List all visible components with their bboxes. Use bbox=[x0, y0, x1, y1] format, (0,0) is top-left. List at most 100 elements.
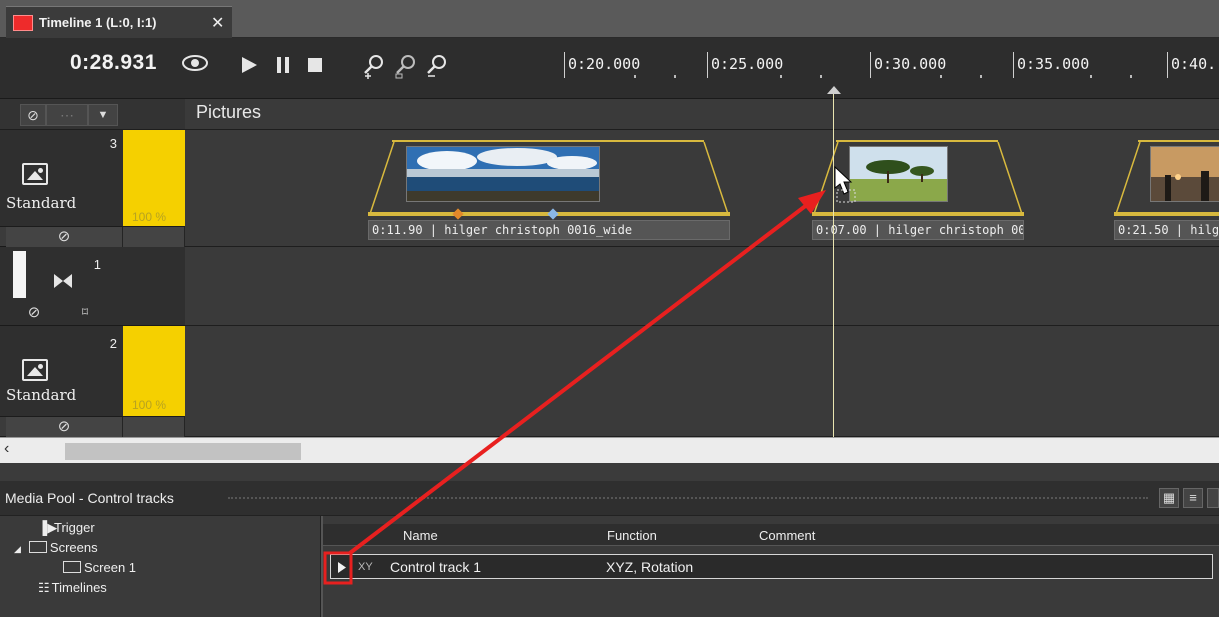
track-header-1[interactable]: 1 ⊘ ⌑ bbox=[0, 247, 185, 326]
ruler-minor-tick bbox=[1130, 75, 1132, 78]
track-option-cell[interactable] bbox=[123, 227, 185, 247]
row-name: Control track 1 bbox=[390, 559, 482, 575]
ruler-major-tick bbox=[870, 52, 871, 78]
scroll-left-icon[interactable]: ‹ bbox=[4, 440, 9, 458]
screen-icon bbox=[28, 541, 47, 553]
ruler-label: 0:40. bbox=[1171, 55, 1217, 73]
clip-city[interactable]: 0:21.50 | hilge bbox=[1114, 140, 1219, 240]
playhead[interactable] bbox=[833, 93, 834, 437]
ruler-minor-tick bbox=[674, 75, 676, 78]
disable-track-icon[interactable]: ⊘ bbox=[6, 417, 123, 437]
column-header-name[interactable]: Name bbox=[403, 528, 438, 543]
track-header-3[interactable]: 3 Standard 100 % ⊘ bbox=[0, 130, 185, 247]
tree-item-trigger[interactable]: ▐▶Trigger bbox=[38, 520, 95, 536]
transport-toolbar: 0:28.931 0:20.000 0:25.000 0:30.000 0:35… bbox=[0, 38, 1219, 99]
track-pattern-icon[interactable]: ⋯ bbox=[46, 104, 88, 126]
track-blend-label: Standard bbox=[6, 386, 77, 404]
tree-item-timelines[interactable]: ☷ Timelines bbox=[38, 580, 107, 594]
table-row[interactable]: XY Control track 1 XYZ, Rotation bbox=[351, 554, 1213, 579]
disable-all-icon[interactable]: ⊘ bbox=[20, 104, 46, 126]
ruler-minor-tick bbox=[980, 75, 982, 78]
scroll-thumb[interactable] bbox=[65, 443, 301, 460]
ruler-major-tick bbox=[564, 52, 565, 78]
track-lane-2[interactable] bbox=[185, 326, 1219, 437]
pause-icon[interactable] bbox=[276, 56, 290, 78]
ruler-label: 0:25.000 bbox=[711, 55, 784, 73]
play-icon[interactable] bbox=[240, 56, 258, 78]
track-number: 1 bbox=[93, 257, 101, 272]
marker-icon[interactable]: ⌑ bbox=[72, 303, 98, 323]
grid-view-icon[interactable]: ▦ bbox=[1159, 488, 1179, 508]
drag-grip[interactable] bbox=[228, 497, 1148, 501]
track-level-bar bbox=[13, 251, 26, 298]
screen-icon bbox=[63, 561, 81, 573]
control-tracks-table: Name Function Comment XY Control track 1… bbox=[321, 516, 1219, 617]
eye-icon[interactable] bbox=[181, 53, 209, 77]
tree-item-screens[interactable]: ◢ Screens bbox=[14, 540, 98, 555]
timecode-display: 0:28.931 bbox=[70, 51, 157, 74]
row-drag-handle[interactable] bbox=[330, 554, 351, 579]
track-footer: ⊘ bbox=[0, 226, 185, 247]
zoom-in-icon[interactable] bbox=[362, 53, 386, 83]
ruler-major-tick bbox=[1167, 52, 1168, 78]
close-icon[interactable]: ✕ bbox=[211, 13, 224, 33]
tree-item-label: Screen 1 bbox=[84, 560, 137, 575]
row-function: XYZ, Rotation bbox=[606, 559, 694, 575]
ruler-major-tick bbox=[1013, 52, 1014, 78]
track-number: 2 bbox=[109, 336, 117, 351]
lane-header bbox=[185, 99, 1219, 130]
ruler-minor-tick bbox=[940, 75, 942, 78]
clip-caption: 0:07.00 | hilger christoph 0001 bbox=[812, 220, 1024, 240]
tab-timeline-1[interactable]: Timeline 1 (L:0, I:1) ✕ bbox=[6, 6, 232, 38]
time-ruler[interactable]: 0:20.000 0:25.000 0:30.000 0:35.000 0:40… bbox=[550, 38, 1219, 99]
expand-icon[interactable]: ◢ bbox=[14, 544, 21, 554]
app-window: Timeline 1 (L:0, I:1) ✕ 0:28.931 0:20.00… bbox=[0, 0, 1219, 617]
ruler-major-tick bbox=[707, 52, 708, 78]
track-header-toolbar: ⊘ ⋯ ▼ bbox=[0, 99, 185, 130]
clip-keyframe-bar[interactable] bbox=[1114, 212, 1219, 216]
disable-track-icon[interactable]: ⊘ bbox=[6, 227, 123, 247]
fade-curve bbox=[813, 141, 1023, 215]
clip-savanna[interactable]: 0:07.00 | hilger christoph 0001 bbox=[812, 140, 1024, 240]
tree-item-label: Screens bbox=[49, 540, 98, 555]
clip-keyframe-bar[interactable] bbox=[812, 212, 1024, 216]
zoom-out-icon[interactable] bbox=[425, 53, 449, 83]
ruler-minor-tick bbox=[634, 75, 636, 78]
details-view-icon[interactable] bbox=[1207, 488, 1219, 508]
opacity-value: 100 % bbox=[132, 398, 167, 412]
track-footer: ⊘ bbox=[0, 416, 185, 437]
track-lane-1[interactable] bbox=[185, 247, 1219, 326]
clip-panorama[interactable]: 0:11.90 | hilger christoph 0016_wide bbox=[368, 140, 730, 240]
playhead-handle[interactable] bbox=[827, 86, 841, 94]
transition-icon bbox=[53, 273, 73, 294]
ruler-label: 0:30.000 bbox=[874, 55, 947, 73]
table-header: Name Function Comment bbox=[323, 524, 1219, 546]
row-type-badge: XY bbox=[358, 561, 373, 573]
image-track-icon bbox=[22, 359, 48, 381]
fade-curve bbox=[369, 141, 729, 215]
column-header-function[interactable]: Function bbox=[607, 528, 657, 543]
zoom-fit-icon[interactable] bbox=[394, 53, 418, 83]
tree-item-screen-1[interactable]: Screen 1 bbox=[63, 560, 136, 575]
tab-strip: Timeline 1 (L:0, I:1) ✕ bbox=[0, 0, 1219, 38]
track-blend-label: Standard bbox=[6, 194, 77, 212]
ruler-minor-tick bbox=[1090, 75, 1092, 78]
opacity-value: 100 % bbox=[132, 210, 167, 224]
image-track-icon bbox=[22, 163, 48, 185]
media-pool-title: Media Pool - Control tracks bbox=[5, 490, 174, 506]
track-header-2[interactable]: 2 Standard 100 % ⊘ bbox=[0, 326, 185, 437]
list-view-icon[interactable]: ≡ bbox=[1183, 488, 1203, 508]
track-footer: ⊘ ⌑ bbox=[0, 303, 185, 325]
timeline-hscroll[interactable]: ‹ bbox=[0, 437, 1219, 463]
column-header-comment[interactable]: Comment bbox=[759, 528, 815, 543]
chevron-down-icon[interactable]: ▼ bbox=[88, 104, 118, 126]
media-pool-titlebar: Media Pool - Control tracks ▦ ≡ bbox=[0, 481, 1219, 516]
trigger-icon: ▐▶ bbox=[38, 520, 58, 535]
ruler-minor-tick bbox=[820, 75, 822, 78]
tree-item-label: Timelines bbox=[51, 580, 107, 594]
track-option-cell[interactable] bbox=[123, 417, 185, 437]
stop-icon[interactable] bbox=[307, 57, 323, 77]
clip-caption: 0:11.90 | hilger christoph 0016_wide bbox=[368, 220, 730, 240]
disable-track-icon[interactable]: ⊘ bbox=[21, 303, 47, 323]
splitter[interactable] bbox=[0, 463, 1219, 481]
